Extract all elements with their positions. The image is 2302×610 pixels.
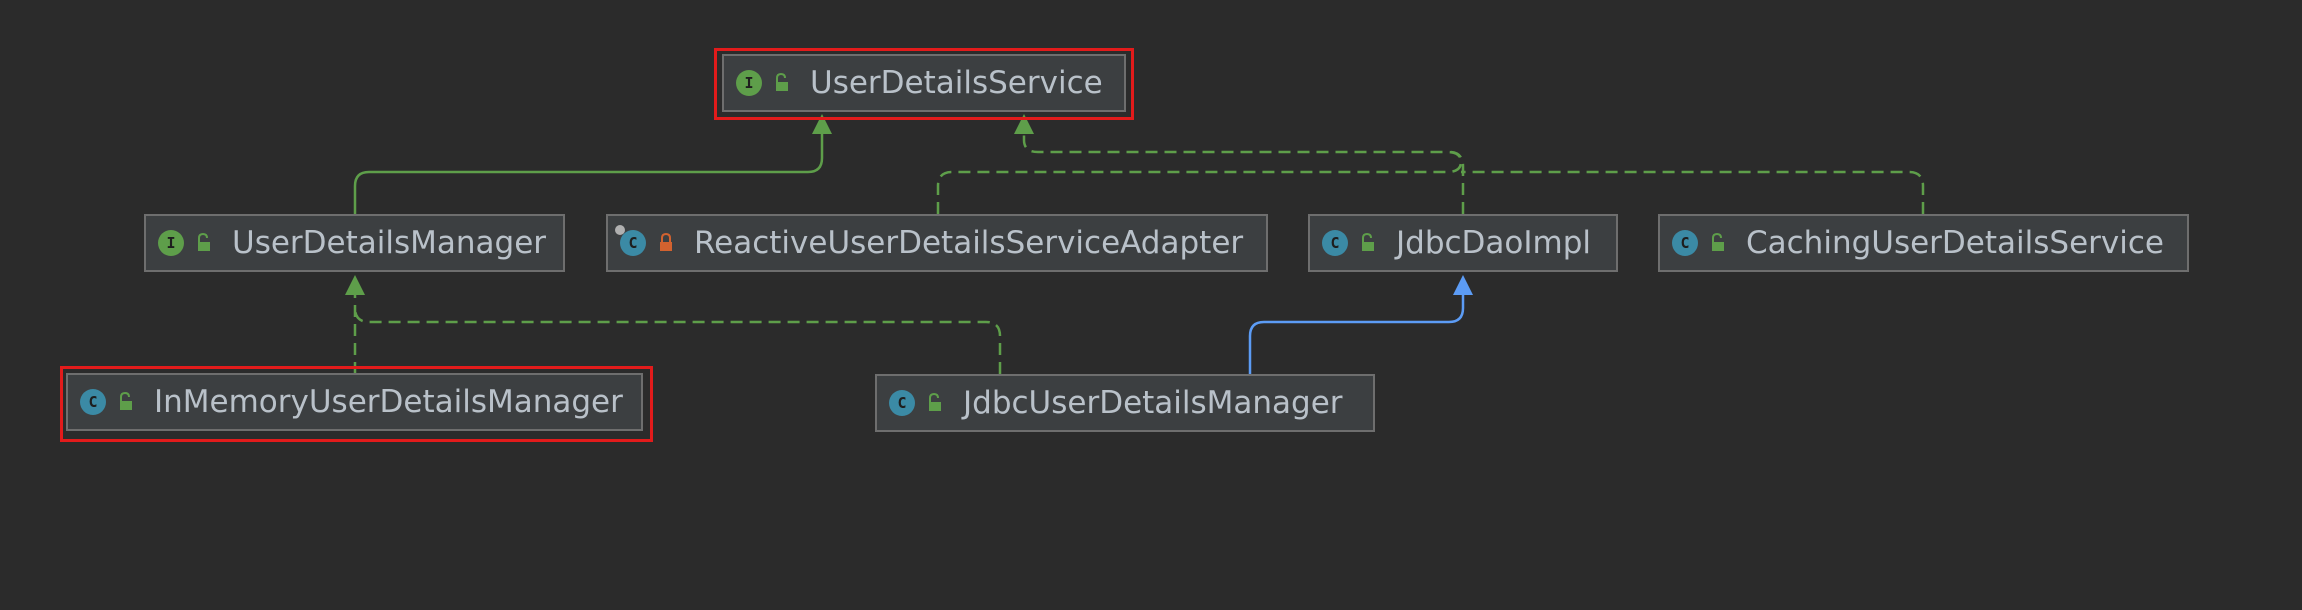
interface-icon: I [736, 70, 762, 96]
node-label: JdbcDaoImpl [1396, 225, 1592, 261]
locked-icon [660, 233, 672, 251]
unlocked-icon [929, 393, 941, 411]
node-caching-service[interactable]: C CachingUserDetailsService [1658, 214, 2189, 272]
class-icon: C [80, 389, 106, 415]
unlocked-icon [1362, 233, 1374, 251]
unlocked-icon [1712, 233, 1724, 251]
node-label: JdbcUserDetailsManager [963, 385, 1343, 421]
arrowhead-manager [345, 275, 365, 295]
node-in-memory-manager[interactable]: C InMemoryUserDetailsManager [66, 373, 643, 431]
edge-jdbcmanager-to-jdbcdao[interactable] [1248, 294, 1465, 374]
edge-manager-to-service[interactable] [353, 128, 824, 214]
uml-edges [345, 114, 1925, 374]
nested-class-mark-icon [615, 225, 625, 235]
node-label: ReactiveUserDetailsServiceAdapter [694, 225, 1244, 261]
node-label: CachingUserDetailsService [1746, 225, 2164, 261]
node-user-details-service[interactable]: I UserDetailsService [722, 54, 1126, 112]
class-icon: C [615, 225, 646, 256]
unlocked-icon [776, 73, 788, 91]
arrowhead-jdbcdao [1453, 275, 1473, 295]
node-label: UserDetailsManager [232, 225, 547, 261]
unlocked-icon [120, 392, 132, 410]
interface-icon: I [158, 230, 184, 256]
class-icon: C [1672, 230, 1698, 256]
unlocked-icon [198, 233, 210, 251]
node-jdbc-user-details-manager[interactable]: C JdbcUserDetailsManager [875, 374, 1375, 432]
edge-caching-to-service[interactable] [1461, 170, 1925, 214]
node-label: UserDetailsService [810, 65, 1103, 101]
node-user-details-manager[interactable]: I UserDetailsManager [144, 214, 565, 272]
edge-reactive-to-service[interactable] [936, 128, 1463, 214]
class-icon: C [1322, 230, 1348, 256]
class-icon: C [889, 390, 915, 416]
edge-jdbcdao-to-service[interactable] [1448, 150, 1465, 214]
node-jdbc-dao-impl[interactable]: C JdbcDaoImpl [1308, 214, 1618, 272]
edge-jdbcmanager-to-manager[interactable] [353, 307, 1002, 374]
node-reactive-adapter[interactable]: C ReactiveUserDetailsServiceAdapter [606, 214, 1268, 272]
node-label: InMemoryUserDetailsManager [154, 384, 623, 420]
